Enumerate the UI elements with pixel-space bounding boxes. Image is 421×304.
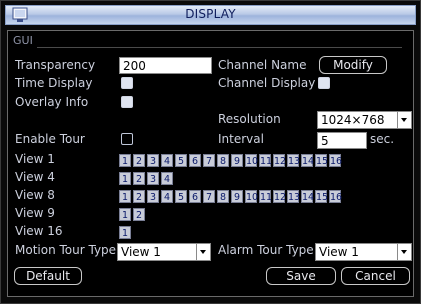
transparency-label: Transparency [15, 58, 96, 72]
view-4-label: View 4 [15, 170, 55, 184]
settings-panel: GUI Transparency 200 Channel Name Modify… [7, 30, 414, 297]
overlay-info-checkbox[interactable] [121, 96, 133, 108]
channel-7-button[interactable]: 7 [203, 154, 215, 167]
channel-display-label: Channel Display [218, 76, 316, 90]
channel-5-button[interactable]: 5 [175, 154, 187, 167]
channel-3-button[interactable]: 3 [147, 190, 159, 203]
time-display-checkbox[interactable] [121, 77, 133, 89]
channel-14-button[interactable]: 14 [301, 190, 314, 203]
channel-11-button[interactable]: 11 [259, 154, 272, 167]
overlay-info-label: Overlay Info [15, 95, 89, 109]
transparency-input[interactable]: 200 [119, 57, 212, 74]
time-display-label: Time Display [15, 76, 93, 90]
channel-13-button[interactable]: 13 [287, 190, 300, 203]
resolution-select[interactable]: 1024×768 [317, 111, 412, 129]
save-button[interactable]: Save [266, 267, 336, 285]
chevron-down-icon[interactable] [397, 244, 411, 260]
interval-input[interactable]: 5 [317, 132, 367, 149]
interval-label: Interval [218, 132, 264, 146]
resolution-value: 1024×768 [321, 113, 385, 127]
window-title: DISPLAY [185, 7, 236, 21]
channel-11-button[interactable]: 11 [259, 190, 272, 203]
channel-6-button[interactable]: 6 [189, 190, 201, 203]
channel-9-button[interactable]: 9 [231, 190, 243, 203]
channel-5-button[interactable]: 5 [175, 190, 187, 203]
enable-tour-label: Enable Tour [15, 132, 85, 146]
alarm-tour-type-select[interactable]: View 1 [315, 243, 412, 261]
channel-3-button[interactable]: 3 [147, 172, 159, 185]
channel-14-button[interactable]: 14 [301, 154, 314, 167]
enable-tour-checkbox[interactable] [121, 133, 133, 145]
channel-2-button[interactable]: 2 [133, 172, 145, 185]
channel-6-button[interactable]: 6 [189, 154, 201, 167]
channel-13-button[interactable]: 13 [287, 154, 300, 167]
resolution-label: Resolution [218, 112, 281, 126]
channel-4-button[interactable]: 4 [161, 154, 173, 167]
channel-10-button[interactable]: 10 [245, 190, 258, 203]
channel-1-button[interactable]: 1 [119, 172, 131, 185]
title-bar: DISPLAY [5, 5, 416, 25]
channel-4-button[interactable]: 4 [161, 172, 173, 185]
channel-10-button[interactable]: 10 [245, 154, 258, 167]
channel-1-button[interactable]: 1 [119, 226, 131, 239]
channel-8-button[interactable]: 8 [217, 190, 229, 203]
motion-tour-type-value: View 1 [121, 245, 161, 259]
channel-16-button[interactable]: 16 [329, 190, 342, 203]
channel-8-button[interactable]: 8 [217, 154, 229, 167]
channel-16-button[interactable]: 16 [329, 154, 342, 167]
channel-1-button[interactable]: 1 [119, 208, 131, 221]
channel-12-button[interactable]: 12 [273, 190, 286, 203]
cancel-button[interactable]: Cancel [341, 267, 410, 285]
channel-display-checkbox[interactable] [318, 77, 330, 89]
motion-tour-type-label: Motion Tour Type [15, 243, 117, 257]
view-9-label: View 9 [15, 206, 55, 220]
channel-12-button[interactable]: 12 [273, 154, 286, 167]
channel-4-button[interactable]: 4 [161, 190, 173, 203]
channel-9-button[interactable]: 9 [231, 154, 243, 167]
gui-section-label: GUI [13, 34, 33, 47]
alarm-tour-type-label: Alarm Tour Type [218, 243, 314, 257]
chevron-down-icon[interactable] [196, 244, 210, 260]
interval-unit: sec. [370, 132, 395, 146]
modify-button[interactable]: Modify [319, 56, 387, 74]
channel-1-button[interactable]: 1 [119, 190, 131, 203]
display-window: DISPLAY GUI Transparency 200 Channel Nam… [0, 0, 421, 304]
chevron-down-icon[interactable] [397, 112, 411, 128]
channel-7-button[interactable]: 7 [203, 190, 215, 203]
view-1-label: View 1 [15, 152, 55, 166]
channel-2-button[interactable]: 2 [133, 208, 145, 221]
default-button[interactable]: Default [14, 267, 82, 285]
channel-2-button[interactable]: 2 [133, 154, 145, 167]
channel-2-button[interactable]: 2 [133, 190, 145, 203]
channel-1-button[interactable]: 1 [119, 154, 131, 167]
motion-tour-type-select[interactable]: View 1 [117, 243, 211, 261]
channel-15-button[interactable]: 15 [315, 190, 328, 203]
view-16-label: View 16 [15, 224, 63, 238]
view-8-label: View 8 [15, 188, 55, 202]
channel-3-button[interactable]: 3 [147, 154, 159, 167]
alarm-tour-type-value: View 1 [319, 245, 359, 259]
section-divider [37, 47, 402, 48]
channel-name-label: Channel Name [218, 58, 307, 72]
channel-15-button[interactable]: 15 [315, 154, 328, 167]
